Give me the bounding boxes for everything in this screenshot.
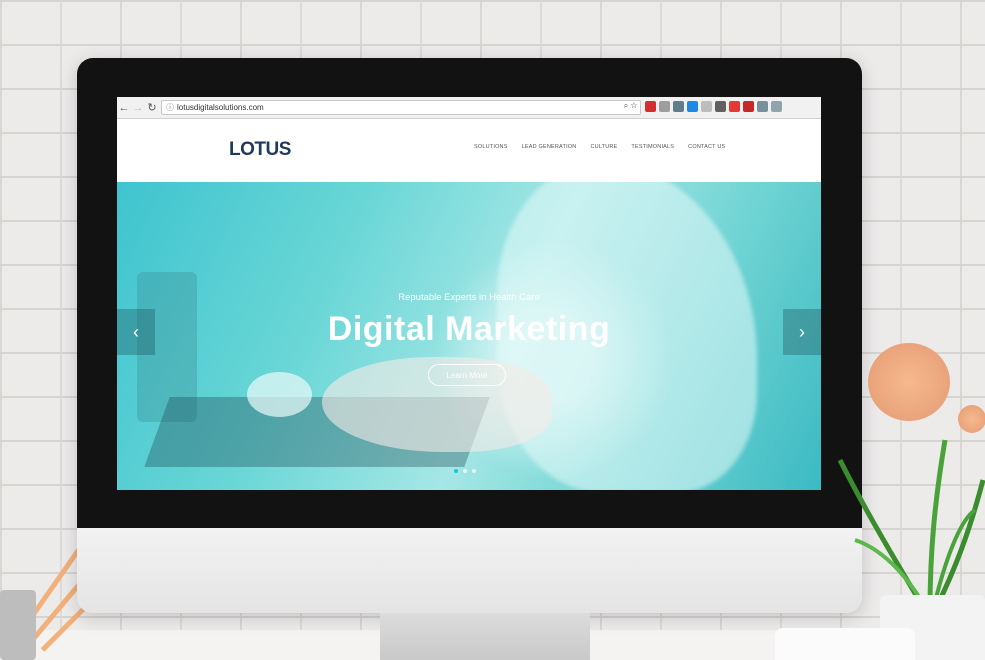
flower-decor xyxy=(958,405,985,433)
extension-icon[interactable] xyxy=(743,101,754,112)
site-header: LOTUS SOLUTIONS LEAD GENERATION CULTURE … xyxy=(117,119,821,182)
site-info-icon[interactable]: ⓘ xyxy=(166,102,174,113)
extension-icon[interactable] xyxy=(715,101,726,112)
slider-pagination xyxy=(454,469,476,473)
site-logo[interactable]: LOTUS xyxy=(229,139,291,161)
address-bar[interactable]: ⓘ lotusdigitalsolutions.com ⌕ ☆ xyxy=(161,100,641,115)
pencil-holder xyxy=(0,590,36,660)
slider-dot[interactable] xyxy=(472,469,476,473)
nav-testimonials[interactable]: TESTIMONIALS xyxy=(631,144,674,150)
nav-solutions[interactable]: SOLUTIONS xyxy=(474,144,508,150)
nav-contact-us[interactable]: CONTACT US xyxy=(688,144,725,150)
bookmark-star-icon[interactable]: ☆ xyxy=(630,101,637,110)
hero-cup-image xyxy=(247,372,312,417)
hero-kicker: Reputable Experts in Health Care xyxy=(398,292,540,303)
nav-lead-generation[interactable]: LEAD GENERATION xyxy=(522,144,577,150)
browser-toolbar: ← → ↻ ⓘ lotusdigitalsolutions.com ⌕ ☆ xyxy=(117,97,821,119)
hero-slider: ‹ › Reputable Experts in Health Care Dig… xyxy=(117,182,821,490)
learn-more-button[interactable]: Learn More xyxy=(428,364,506,386)
plant-decor xyxy=(835,420,985,612)
extension-icon[interactable] xyxy=(771,101,782,112)
back-icon[interactable]: ← xyxy=(117,101,131,115)
logo-text: LOTUS xyxy=(229,139,291,160)
address-url: lotusdigitalsolutions.com xyxy=(177,103,264,112)
hero-headline: Digital Marketing xyxy=(327,310,611,348)
mug-decor xyxy=(775,628,915,660)
adblock-extension-icon[interactable] xyxy=(645,101,656,112)
slider-dot[interactable] xyxy=(463,469,467,473)
monitor-stand xyxy=(380,613,590,660)
slider-dot[interactable] xyxy=(454,469,458,473)
extension-icons xyxy=(645,101,782,112)
forward-icon[interactable]: → xyxy=(131,101,145,115)
cast-icon[interactable] xyxy=(757,101,768,112)
omnibox-actions: ⌕ ☆ xyxy=(624,101,637,111)
extension-icon[interactable] xyxy=(673,101,684,112)
extension-icon[interactable] xyxy=(687,101,698,112)
monitor-chin xyxy=(77,528,862,613)
extension-icon[interactable] xyxy=(701,101,712,112)
reload-icon[interactable]: ↻ xyxy=(145,101,159,115)
pinterest-extension-icon[interactable] xyxy=(729,101,740,112)
flower-decor xyxy=(868,343,950,421)
nav-culture[interactable]: CULTURE xyxy=(590,144,617,150)
main-nav: SOLUTIONS LEAD GENERATION CULTURE TESTIM… xyxy=(474,144,725,150)
browser-screen: ← → ↻ ⓘ lotusdigitalsolutions.com ⌕ ☆ LO… xyxy=(117,97,821,490)
search-icon[interactable]: ⌕ xyxy=(624,101,628,110)
extension-icon[interactable] xyxy=(659,101,670,112)
